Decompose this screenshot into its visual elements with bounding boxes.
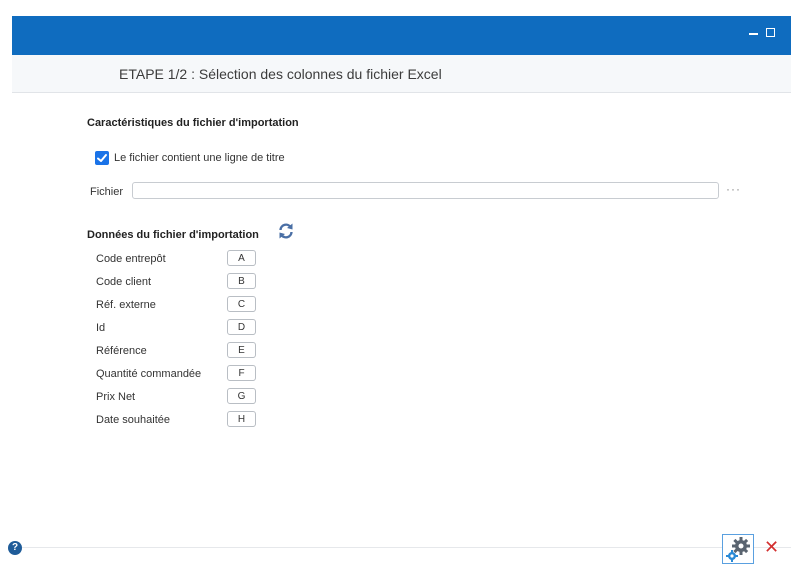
- footer-divider: [12, 547, 791, 548]
- minimize-icon[interactable]: [749, 33, 758, 35]
- column-field-label: Prix Net: [96, 391, 136, 403]
- checkmark-icon: [97, 154, 107, 162]
- title-bar: [12, 16, 791, 55]
- column-letter-input[interactable]: [227, 273, 256, 289]
- file-label: Fichier: [90, 186, 124, 198]
- column-mapping-row: Id: [12, 319, 312, 337]
- column-field-label: Id: [96, 322, 106, 334]
- column-field-label: Référence: [96, 345, 147, 357]
- column-mapping-row: Prix Net: [12, 388, 312, 406]
- column-mapping-row: Référence: [12, 342, 312, 360]
- help-button[interactable]: ?: [8, 541, 22, 555]
- gears-icon: [726, 537, 750, 562]
- column-letter-input[interactable]: [227, 365, 256, 381]
- column-field-label: Quantité commandée: [96, 368, 202, 380]
- column-field-label: Code entrepôt: [96, 253, 166, 265]
- column-field-label: Date souhaitée: [96, 414, 170, 426]
- data-heading: Données du fichier d'importation: [87, 229, 259, 241]
- close-button[interactable]: ✕: [764, 537, 779, 557]
- column-mapping-row: Quantité commandée: [12, 365, 312, 383]
- column-mapping-row: Code client: [12, 273, 312, 291]
- column-mapping-row: Date souhaitée: [12, 411, 312, 429]
- column-letter-input[interactable]: [227, 296, 256, 312]
- column-letter-input[interactable]: [227, 250, 256, 266]
- browse-file-button[interactable]: ···: [726, 182, 741, 196]
- column-mapping-row: Réf. externe: [12, 296, 312, 314]
- file-path-input[interactable]: [132, 182, 719, 199]
- settings-button[interactable]: [722, 534, 754, 564]
- header-row-checkbox[interactable]: [95, 151, 109, 165]
- import-window: ETAPE 1/2 : Sélection des colonnes du fi…: [12, 16, 791, 570]
- column-letter-input[interactable]: [227, 388, 256, 404]
- column-letter-input[interactable]: [227, 342, 256, 358]
- refresh-icon[interactable]: [277, 222, 295, 240]
- column-mapping-row: Code entrepôt: [12, 250, 312, 268]
- header-row-checkbox-label[interactable]: Le fichier contient une ligne de titre: [114, 152, 285, 164]
- column-letter-input[interactable]: [227, 319, 256, 335]
- maximize-icon[interactable]: [766, 28, 775, 37]
- characteristics-heading: Caractéristiques du fichier d'importatio…: [87, 117, 299, 129]
- column-letter-input[interactable]: [227, 411, 256, 427]
- column-field-label: Code client: [96, 276, 152, 288]
- column-field-label: Réf. externe: [96, 299, 156, 311]
- step-title: ETAPE 1/2 : Sélection des colonnes du fi…: [119, 66, 442, 82]
- step-header: ETAPE 1/2 : Sélection des colonnes du fi…: [12, 55, 791, 93]
